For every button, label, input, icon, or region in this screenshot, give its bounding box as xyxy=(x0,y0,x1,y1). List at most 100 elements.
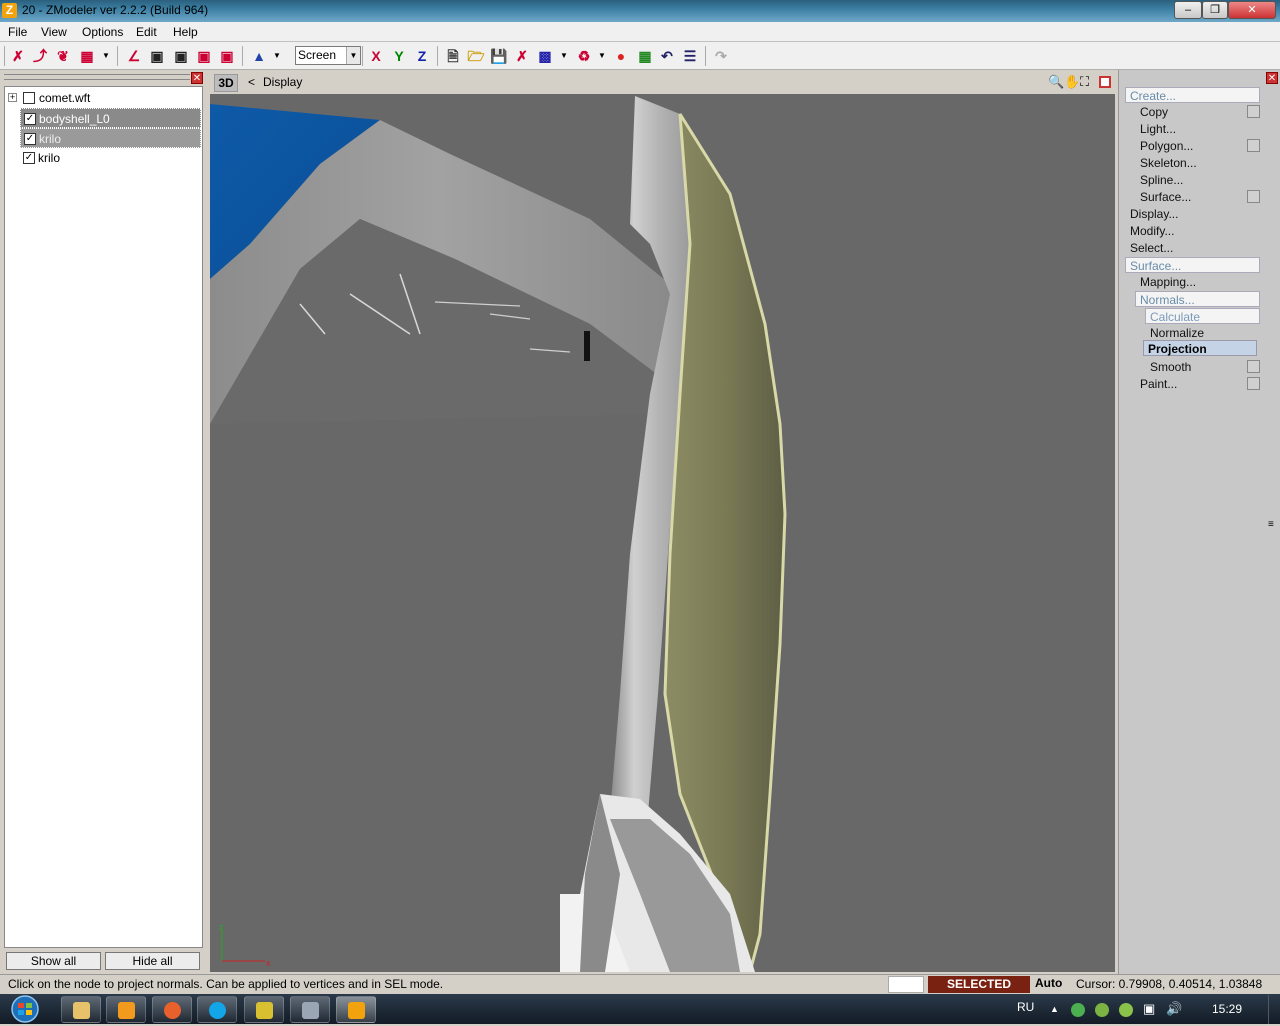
cmd-display[interactable]: Display... xyxy=(1130,206,1178,222)
taskbar-skype[interactable] xyxy=(197,996,237,1023)
taskbar-explorer[interactable] xyxy=(61,996,101,1023)
history-dropdown-icon[interactable]: ▼ xyxy=(598,46,606,66)
maximize-viewport-icon[interactable] xyxy=(1099,76,1111,88)
cmd-normals[interactable]: Normals... xyxy=(1135,291,1260,307)
language-indicator[interactable]: RU xyxy=(1017,1000,1034,1014)
taskbar-media-player[interactable] xyxy=(106,996,146,1023)
open-folder-icon[interactable]: 🗁 xyxy=(466,46,486,66)
import-icon[interactable]: ▩ xyxy=(535,46,555,66)
volume-icon[interactable]: 🔊 xyxy=(1166,1001,1182,1017)
cmd-light[interactable]: Light... xyxy=(1140,121,1176,137)
box-icon[interactable]: ▣ xyxy=(147,46,167,66)
expand-icon[interactable]: + xyxy=(8,93,17,102)
import-dropdown-icon[interactable]: ▼ xyxy=(560,46,568,66)
select-vertex-icon[interactable]: ✗ xyxy=(8,46,28,66)
coordinate-system-select[interactable]: Screen ▼ xyxy=(295,46,361,65)
cmd-modify[interactable]: Modify... xyxy=(1130,223,1174,239)
auto-button[interactable]: Auto xyxy=(1035,976,1062,990)
select-link-icon[interactable]: ⤴ xyxy=(30,46,50,66)
menu-view[interactable]: View xyxy=(41,25,67,39)
cmd-copy[interactable]: Copy xyxy=(1140,104,1168,120)
panel-grip[interactable] xyxy=(4,74,190,80)
record-icon[interactable]: ● xyxy=(611,46,631,66)
snap-icon[interactable]: ∠ xyxy=(124,46,144,66)
cmd-skeleton[interactable]: Skeleton... xyxy=(1140,155,1197,171)
tree-item-krilo-selected[interactable]: ✓ krilo xyxy=(20,128,201,148)
taskbar-firefox[interactable] xyxy=(152,996,192,1023)
axis-x-toggle[interactable]: X xyxy=(366,46,386,66)
tray-icon-2[interactable] xyxy=(1095,1003,1109,1017)
clock[interactable]: 15:29 xyxy=(1212,1002,1242,1016)
menu-file[interactable]: File xyxy=(8,25,27,39)
undo-icon[interactable]: ↶ xyxy=(657,46,677,66)
cmd-paint[interactable]: Paint... xyxy=(1140,376,1177,392)
cmd-copy-options[interactable] xyxy=(1247,105,1260,118)
delete-icon[interactable]: ✗ xyxy=(512,46,532,66)
cmd-surface-options[interactable] xyxy=(1247,190,1260,203)
panel-splitter-icon[interactable]: ≡ xyxy=(1268,520,1276,530)
cmd-smooth[interactable]: Smooth xyxy=(1150,359,1191,375)
cmd-smooth-options[interactable] xyxy=(1247,360,1260,373)
cmd-paint-options[interactable] xyxy=(1247,377,1260,390)
minimize-button[interactable]: – xyxy=(1174,1,1202,19)
show-all-button[interactable]: Show all xyxy=(6,952,101,970)
select-group-icon[interactable]: ▦ xyxy=(77,46,97,66)
select-dropdown-icon[interactable]: ▼ xyxy=(102,46,110,66)
cmd-create[interactable]: Create... xyxy=(1125,87,1260,103)
undo-history-icon[interactable]: ♻ xyxy=(574,46,594,66)
close-button[interactable]: ✕ xyxy=(1228,1,1276,19)
cmd-surface[interactable]: Surface... xyxy=(1125,257,1260,273)
panel-close-icon[interactable]: ✕ xyxy=(191,72,203,84)
select-figure-icon[interactable]: ❦ xyxy=(53,46,73,66)
tray-icon-3[interactable] xyxy=(1119,1003,1133,1017)
cmd-spline[interactable]: Spline... xyxy=(1140,172,1183,188)
taskbar-game[interactable] xyxy=(290,996,330,1023)
cmd-normalize[interactable]: Normalize xyxy=(1150,325,1204,341)
visibility-checkbox[interactable]: ✓ xyxy=(23,152,35,164)
visibility-checkbox[interactable]: ✓ xyxy=(24,133,36,145)
breadcrumb-back[interactable]: < xyxy=(248,75,255,89)
title-bar[interactable]: Z 20 - ZModeler ver 2.2.2 (Build 964) – … xyxy=(0,0,1280,22)
cmd-calculate[interactable]: Calculate xyxy=(1145,308,1260,324)
taskbar-app[interactable] xyxy=(244,996,284,1023)
start-button[interactable] xyxy=(5,995,45,1023)
selected-mode-button[interactable]: SELECTED MODE xyxy=(928,976,1030,1008)
zoom-extents-icon[interactable]: ⛶ xyxy=(1080,74,1089,90)
menu-help[interactable]: Help xyxy=(173,25,198,39)
visibility-checkbox[interactable]: ✓ xyxy=(24,113,36,125)
pan-hand-icon[interactable]: ✋ xyxy=(1064,74,1080,90)
viewport-3d[interactable]: z x xyxy=(210,94,1115,972)
arrow-dropdown-icon[interactable]: ▼ xyxy=(273,46,281,66)
menu-options[interactable]: Options xyxy=(82,25,123,39)
cmd-polygon[interactable]: Polygon... xyxy=(1140,138,1193,154)
maximize-button[interactable]: ❐ xyxy=(1202,1,1228,19)
show-desktop-button[interactable] xyxy=(1268,995,1280,1024)
zoom-icon[interactable]: 🔍 xyxy=(1048,74,1064,90)
redo-icon[interactable]: ↷ xyxy=(711,46,731,66)
view-mode-button[interactable]: 3D xyxy=(214,74,238,92)
normal-arrow-icon[interactable]: ▲ xyxy=(249,46,269,66)
visibility-checkbox[interactable] xyxy=(23,92,35,104)
cmd-projection[interactable]: Projection xyxy=(1143,340,1257,356)
cmd-select[interactable]: Select... xyxy=(1130,240,1173,256)
cube-icon[interactable]: ▣ xyxy=(171,46,191,66)
tree-item-comet[interactable]: + comet.wft xyxy=(5,88,202,108)
notes-icon[interactable]: ☰ xyxy=(680,46,700,66)
tray-expand-icon[interactable]: ▲ xyxy=(1050,1004,1059,1014)
cmd-mapping[interactable]: Mapping... xyxy=(1140,274,1196,290)
menu-edit[interactable]: Edit xyxy=(136,25,157,39)
tray-icon-1[interactable] xyxy=(1071,1003,1085,1017)
new-file-icon[interactable]: 🗎 xyxy=(443,46,463,66)
cube-red-icon[interactable]: ▣ xyxy=(194,46,214,66)
axis-y-toggle[interactable]: Y xyxy=(389,46,409,66)
save-icon[interactable]: 💾 xyxy=(489,46,509,66)
axis-z-toggle[interactable]: Z xyxy=(412,46,432,66)
cube-delete-icon[interactable]: ▣ xyxy=(217,46,237,66)
tree-item-krilo[interactable]: ✓ krilo xyxy=(20,148,201,168)
render-icon[interactable]: ▦ xyxy=(635,46,655,66)
taskbar-zmodeler[interactable] xyxy=(336,996,376,1023)
network-icon[interactable]: ▣ xyxy=(1143,1001,1155,1017)
cmd-create-surface[interactable]: Surface... xyxy=(1140,189,1191,205)
hide-all-button[interactable]: Hide all xyxy=(105,952,200,970)
command-panel-close-icon[interactable]: ✕ xyxy=(1266,72,1278,84)
